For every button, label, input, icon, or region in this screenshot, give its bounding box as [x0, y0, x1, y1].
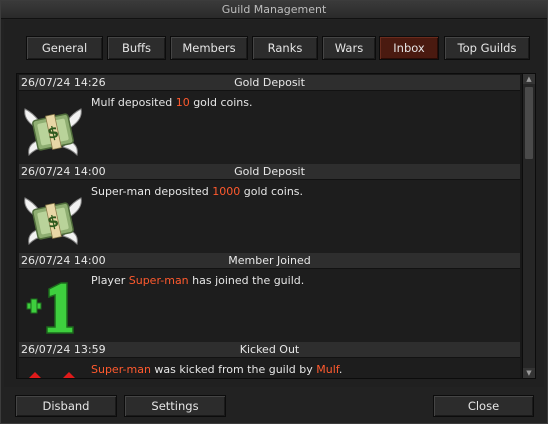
entry-header: Gold Deposit 26/07/24 14:26 — [19, 75, 520, 91]
inbox-entry: Gold Deposit 26/07/24 14:00 $ Super-man … — [19, 164, 520, 254]
entry-message: Mulf deposited 10 gold coins. — [91, 96, 253, 109]
inbox-entry: Kicked Out 26/07/24 13:59 Super-man was … — [19, 342, 520, 378]
entry-header: Member Joined 26/07/24 14:00 — [19, 253, 520, 269]
entry-time: 26/07/24 14:00 — [21, 165, 106, 178]
tab-general[interactable]: General — [26, 36, 103, 60]
scrollbar[interactable]: ▲ ▼ — [522, 74, 535, 378]
window-title[interactable]: Guild Management — [1, 1, 547, 19]
kick-icon — [29, 372, 75, 378]
close-button[interactable]: Close — [433, 395, 534, 417]
tab-members[interactable]: Members — [170, 36, 248, 60]
scroll-up-icon[interactable]: ▲ — [523, 74, 535, 84]
inbox-list[interactable]: Gold Deposit 26/07/24 14:26 $ Mulf depos… — [16, 73, 536, 379]
plus-one-icon — [26, 282, 74, 334]
inbox-entry: Gold Deposit 26/07/24 14:26 $ Mulf depos… — [19, 75, 520, 165]
tab-buffs[interactable]: Buffs — [107, 36, 166, 60]
tab-inbox[interactable]: Inbox — [379, 36, 439, 60]
scroll-thumb[interactable] — [525, 87, 533, 159]
scroll-down-icon[interactable]: ▼ — [523, 368, 535, 378]
money-wings-icon: $ — [24, 197, 82, 246]
tab-top-guilds[interactable]: Top Guilds — [444, 36, 530, 60]
entry-message: Super-man deposited 1000 gold coins. — [91, 185, 304, 198]
tab-wars[interactable]: Wars — [322, 36, 376, 60]
entry-time: 26/07/24 14:00 — [21, 254, 106, 267]
tab-ranks[interactable]: Ranks — [252, 36, 318, 60]
entry-time: 26/07/24 14:26 — [21, 76, 106, 89]
entry-header: Gold Deposit 26/07/24 14:00 — [19, 164, 520, 180]
entry-header: Kicked Out 26/07/24 13:59 — [19, 342, 520, 358]
entry-message: Super-man was kicked from the guild by M… — [91, 363, 343, 376]
money-wings-icon: $ — [24, 108, 82, 157]
guild-management-window: Guild Management General Buffs Members R… — [0, 0, 548, 424]
inbox-entry: Member Joined 26/07/24 14:00 Player Supe… — [19, 253, 520, 343]
entry-message: Player Super-man has joined the guild. — [91, 274, 305, 287]
settings-button[interactable]: Settings — [124, 395, 226, 417]
disband-button[interactable]: Disband — [15, 395, 117, 417]
entry-time: 26/07/24 13:59 — [21, 343, 106, 356]
